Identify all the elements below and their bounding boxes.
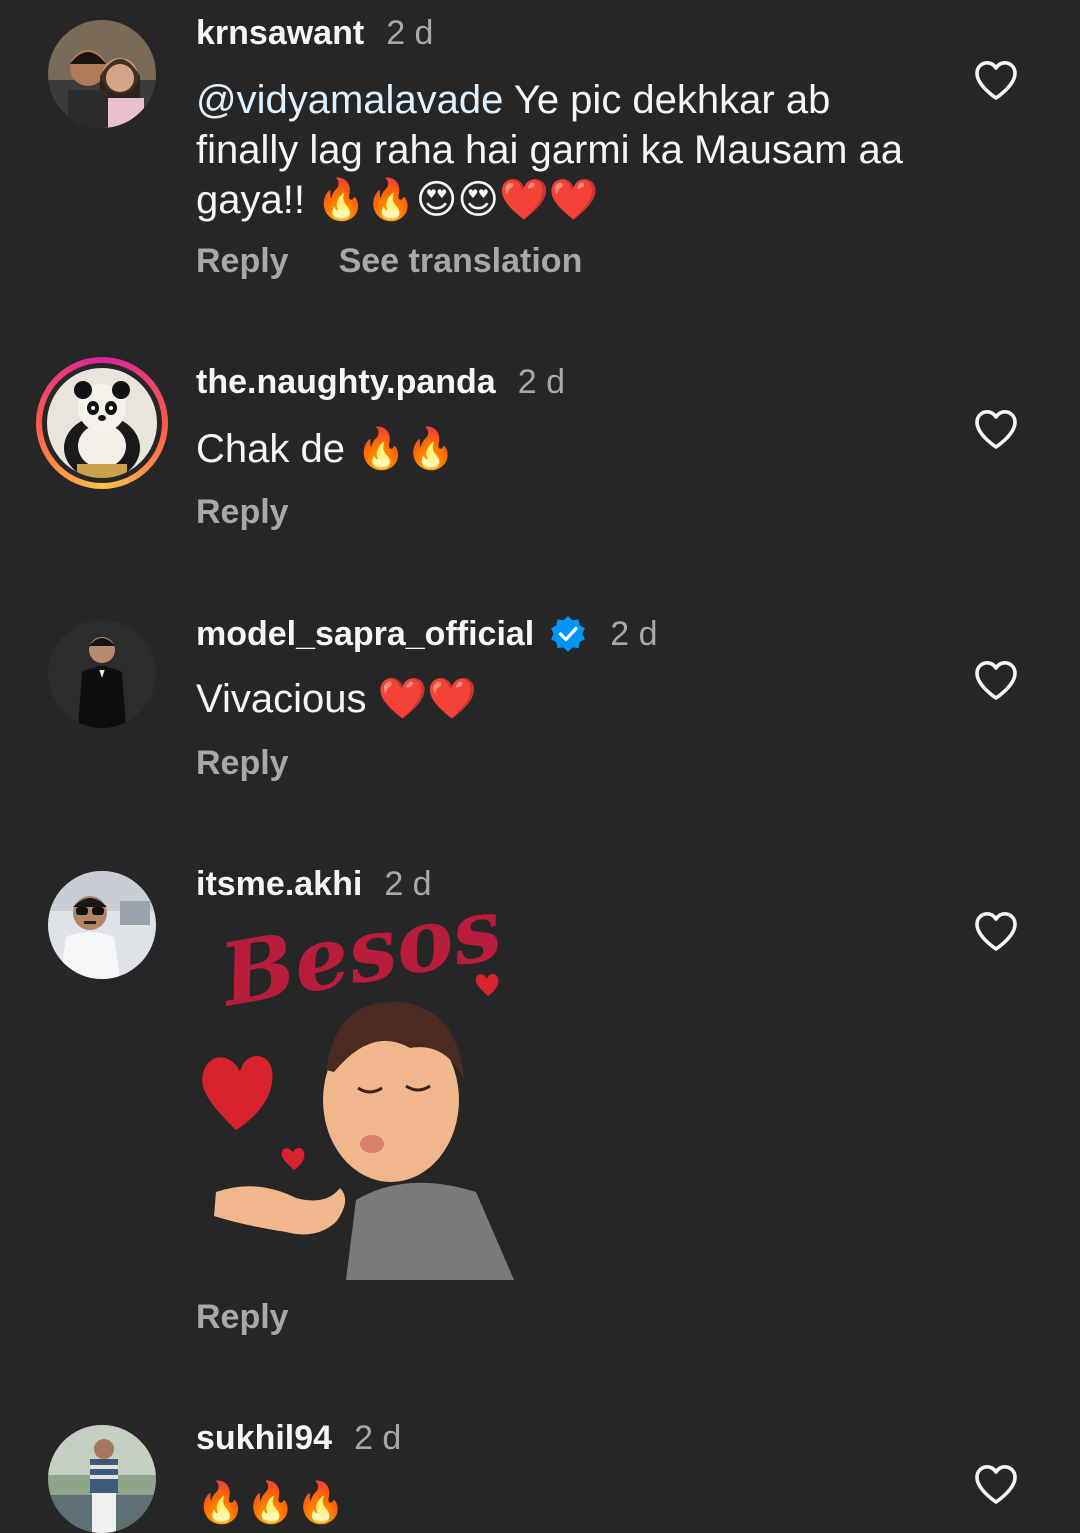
heart-outline-icon[interactable] [972,56,1020,104]
avatar [42,363,162,483]
username[interactable]: itsme.akhi [196,865,362,904]
avatar[interactable] [48,20,156,128]
reply-button[interactable]: Reply [196,242,289,281]
timestamp: 2 d [517,363,565,401]
avatar-image [48,20,156,128]
avatar[interactable] [48,620,156,728]
heart-outline-icon[interactable] [972,656,1020,704]
comment-text: @vidyamalavade Ye pic dekhkar ab finally… [196,75,916,225]
reply-button[interactable]: Reply [196,493,289,532]
reply-button[interactable]: Reply [196,1298,289,1337]
mention-link[interactable]: @vidyamalavade [196,78,503,122]
comment-text: 🔥🔥🔥 [196,1478,916,1528]
avatar-image [48,1425,156,1533]
comment-text: Vivacious ❤️❤️ [196,674,916,724]
avatar-image [48,871,156,979]
comment-header: krnsawant 2 d [196,14,433,53]
comment-body: Chak de [196,427,357,471]
avatar-story-ring[interactable] [36,357,168,489]
comment-body: Vivacious [196,677,378,721]
verified-badge-icon [551,616,586,652]
heart-outline-icon[interactable] [972,907,1020,955]
reply-button[interactable]: Reply [196,744,289,783]
username[interactable]: the.naughty.panda [196,363,496,402]
username[interactable]: sukhil94 [196,1419,332,1458]
panda-avatar-image [47,368,157,478]
comment-actions: Reply [196,493,339,532]
username[interactable]: krnsawant [196,14,364,53]
see-translation-button[interactable]: See translation [339,242,583,281]
comment-actions: Reply [196,1298,339,1337]
comment-text: Chak de 🔥🔥 [196,424,916,474]
heart-outline-icon[interactable] [972,405,1020,453]
avatar[interactable] [48,871,156,979]
heart-outline-icon[interactable] [972,1460,1020,1508]
avatar-image [48,620,156,728]
emoji-group: 🔥🔥 [356,426,456,472]
emoji-group: ❤️❤️ [377,676,478,722]
comment-header: model_sapra_official 2 d [196,614,658,654]
comment-actions: Reply See translation [196,242,632,281]
comment-header: sukhil94 2 d [196,1419,401,1458]
timestamp: 2 d [610,614,658,653]
emoji-group: 🔥🔥😍😍❤️❤️ [316,177,599,223]
username[interactable]: model_sapra_official [196,615,534,654]
emoji-group: 🔥🔥🔥 [196,1480,346,1526]
timestamp: 2 d [354,1419,402,1457]
avatar[interactable] [48,1425,156,1533]
comment-header: the.naughty.panda 2 d [196,363,565,402]
comment-actions: Reply [196,744,339,783]
timestamp: 2 d [386,14,434,52]
